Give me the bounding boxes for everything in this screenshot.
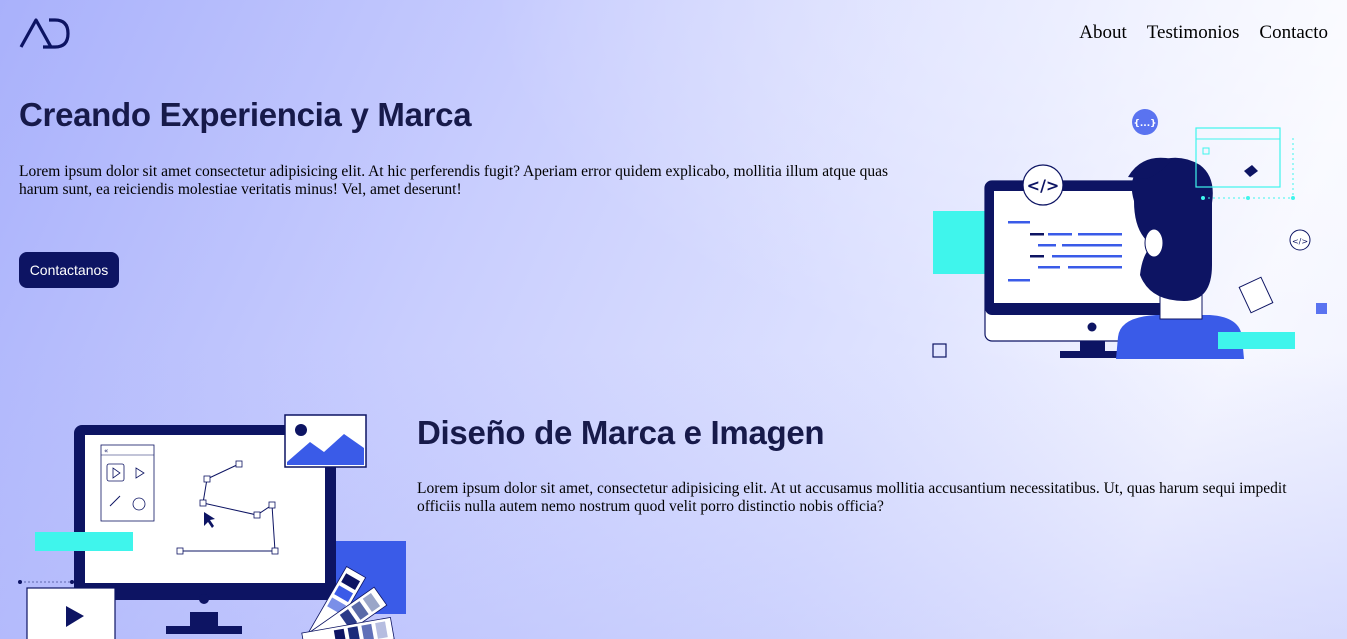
logo-icon[interactable] [19, 17, 71, 49]
section-description-brand-design: Lorem ipsum dolor sit amet, consectetur … [417, 480, 1287, 515]
design-illustration: « [18, 414, 406, 639]
hero-description: Lorem ipsum dolor sit amet consectetur a… [19, 163, 889, 198]
svg-text:«: « [104, 447, 108, 455]
contact-button[interactable]: Contactanos [19, 252, 119, 288]
cyan-block [933, 211, 987, 274]
svg-text:</>: </> [1292, 237, 1308, 246]
section-title-brand-design: Diseño de Marca e Imagen [417, 414, 825, 451]
svg-text:{...}: {...} [1133, 119, 1156, 129]
hero-title: Creando Experiencia y Marca [19, 96, 472, 133]
nav-link-about[interactable]: About [1079, 22, 1127, 44]
nav-link-contacto[interactable]: Contacto [1259, 22, 1328, 44]
top-nav: About Testimonios Contacto [1079, 22, 1328, 44]
svg-text:</>: </> [1027, 176, 1060, 195]
nav-link-testimonios[interactable]: Testimonios [1147, 22, 1240, 44]
developer-illustration: </> {...} </> [932, 109, 1327, 359]
